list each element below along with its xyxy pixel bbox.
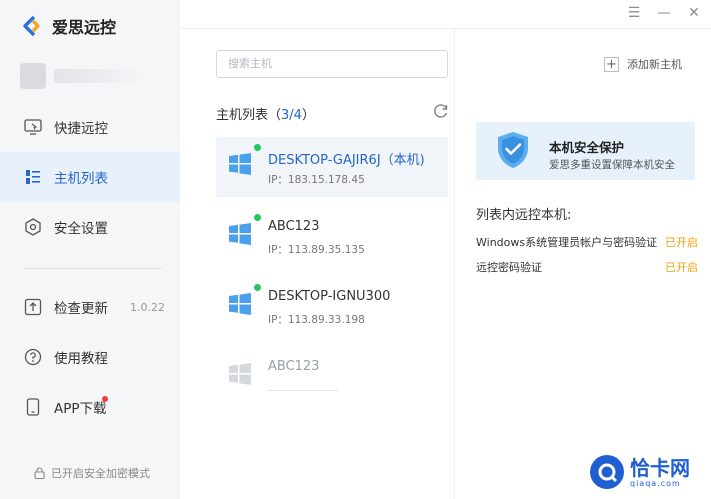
shield-hex-icon	[24, 218, 42, 236]
plus-icon: +	[604, 56, 619, 72]
menu-button[interactable]: ☰	[627, 4, 641, 22]
host-list-title-close: ）	[301, 108, 315, 123]
refresh-icon[interactable]	[432, 102, 450, 120]
remote-control-label: Windows系统管理员帐户与密码验证	[476, 236, 658, 249]
remote-screen-icon	[24, 118, 42, 136]
host-item[interactable]: DESKTOP-IGNU300 IP：113.89.33.198	[216, 277, 448, 337]
watermark-url: qiaqa.com	[630, 478, 681, 488]
host-list-title-text: 主机列表（	[216, 108, 282, 123]
watermark-logo-icon	[590, 455, 624, 489]
window-controls: ☰ — ✕	[627, 4, 701, 22]
help-icon	[24, 348, 42, 366]
sidebar-item-label: 使用教程	[54, 351, 108, 367]
watermark: 恰卡网 qiaqa.com	[590, 455, 690, 489]
panel-divider	[454, 29, 455, 499]
sidebar-item-quick-remote[interactable]: 快捷远控	[0, 102, 180, 152]
user-info[interactable]	[20, 63, 142, 89]
sidebar-item-app-download[interactable]: APP下载	[0, 382, 180, 432]
host-name: ABC123	[268, 219, 320, 234]
remote-control-row: Windows系统管理员帐户与密码验证 已开启	[476, 234, 698, 250]
host-name: ABC123	[268, 359, 320, 374]
host-item[interactable]: DESKTOP-GAJIR6J（本机) IP：183.15.178.45	[216, 137, 448, 197]
sidebar-item-label: 检查更新	[54, 301, 108, 317]
user-name-blurred	[54, 69, 142, 83]
sidebar-item-label: 主机列表	[54, 171, 108, 187]
sidebar-item-security-settings[interactable]: 安全设置	[0, 202, 180, 252]
sidebar-item-check-update[interactable]: 检查更新 1.0.22	[0, 282, 180, 332]
online-status-dot	[254, 214, 261, 221]
sidebar-divider	[24, 268, 162, 269]
app-logo: 爱思远控	[22, 14, 116, 38]
remote-control-title: 列表内远控本机:	[476, 208, 572, 223]
remote-control-label: 远控密码验证	[476, 261, 542, 274]
windows-icon	[229, 153, 251, 175]
host-item[interactable]: ABC123 IP：113.89.35.135	[216, 207, 448, 267]
windows-icon	[229, 363, 251, 385]
host-ip-placeholder	[268, 390, 338, 391]
security-card: 本机安全保护 爱思多重设置保障本机安全	[476, 122, 695, 180]
host-name: DESKTOP-GAJIR6J（本机)	[268, 153, 425, 168]
security-mode-footer: 已开启安全加密模式	[34, 465, 150, 481]
host-ip: IP：183.15.178.45	[268, 174, 365, 186]
close-button[interactable]: ✕	[687, 4, 701, 22]
windows-icon	[229, 223, 251, 245]
sidebar: 爱思远控 快捷远控 主机列表 安全设置 检查更新 1.0.22 使用教程 APP…	[0, 0, 180, 499]
notification-badge	[102, 396, 108, 402]
footer-text: 已开启安全加密模式	[51, 467, 150, 480]
status-toggle[interactable]: 已开启	[665, 234, 698, 250]
remote-control-row: 远控密码验证 已开启	[476, 259, 698, 275]
host-ip: IP：113.89.35.135	[268, 244, 365, 256]
search-input[interactable]: 搜索主机	[216, 50, 448, 78]
lock-icon	[34, 467, 45, 479]
security-card-title: 本机安全保护	[549, 140, 625, 155]
sidebar-item-host-list[interactable]: 主机列表	[0, 152, 180, 202]
status-toggle[interactable]: 已开启	[665, 259, 698, 275]
sidebar-item-label: 安全设置	[54, 221, 108, 237]
host-list-title: 主机列表（3/4）	[216, 104, 315, 123]
watermark-text: 恰卡网	[630, 455, 690, 480]
host-ip: IP：113.89.33.198	[268, 314, 365, 326]
minimize-button[interactable]: —	[657, 4, 671, 22]
online-status-dot	[254, 144, 261, 151]
add-host-button[interactable]: + 添加新主机	[604, 56, 682, 72]
version-label: 1.0.22	[130, 300, 165, 314]
host-count: 3/4	[281, 108, 302, 123]
sidebar-item-tutorial[interactable]: 使用教程	[0, 332, 180, 382]
sidebar-item-label: 快捷远控	[54, 121, 108, 137]
online-status-dot	[254, 284, 261, 291]
upload-icon	[24, 298, 42, 316]
security-card-subtitle: 爱思多重设置保障本机安全	[549, 159, 675, 171]
add-host-label: 添加新主机	[627, 58, 682, 71]
avatar	[20, 63, 46, 89]
phone-icon	[24, 398, 42, 416]
title-bar-divider	[180, 28, 711, 29]
logo-icon	[23, 15, 40, 37]
shield-check-icon	[498, 132, 528, 168]
host-name: DESKTOP-IGNU300	[268, 289, 391, 304]
app-title: 爱思远控	[52, 18, 117, 37]
windows-icon	[229, 293, 251, 315]
host-item[interactable]: ABC123	[216, 347, 448, 407]
sidebar-item-label: APP下载	[54, 401, 107, 417]
host-list-icon	[24, 168, 42, 186]
